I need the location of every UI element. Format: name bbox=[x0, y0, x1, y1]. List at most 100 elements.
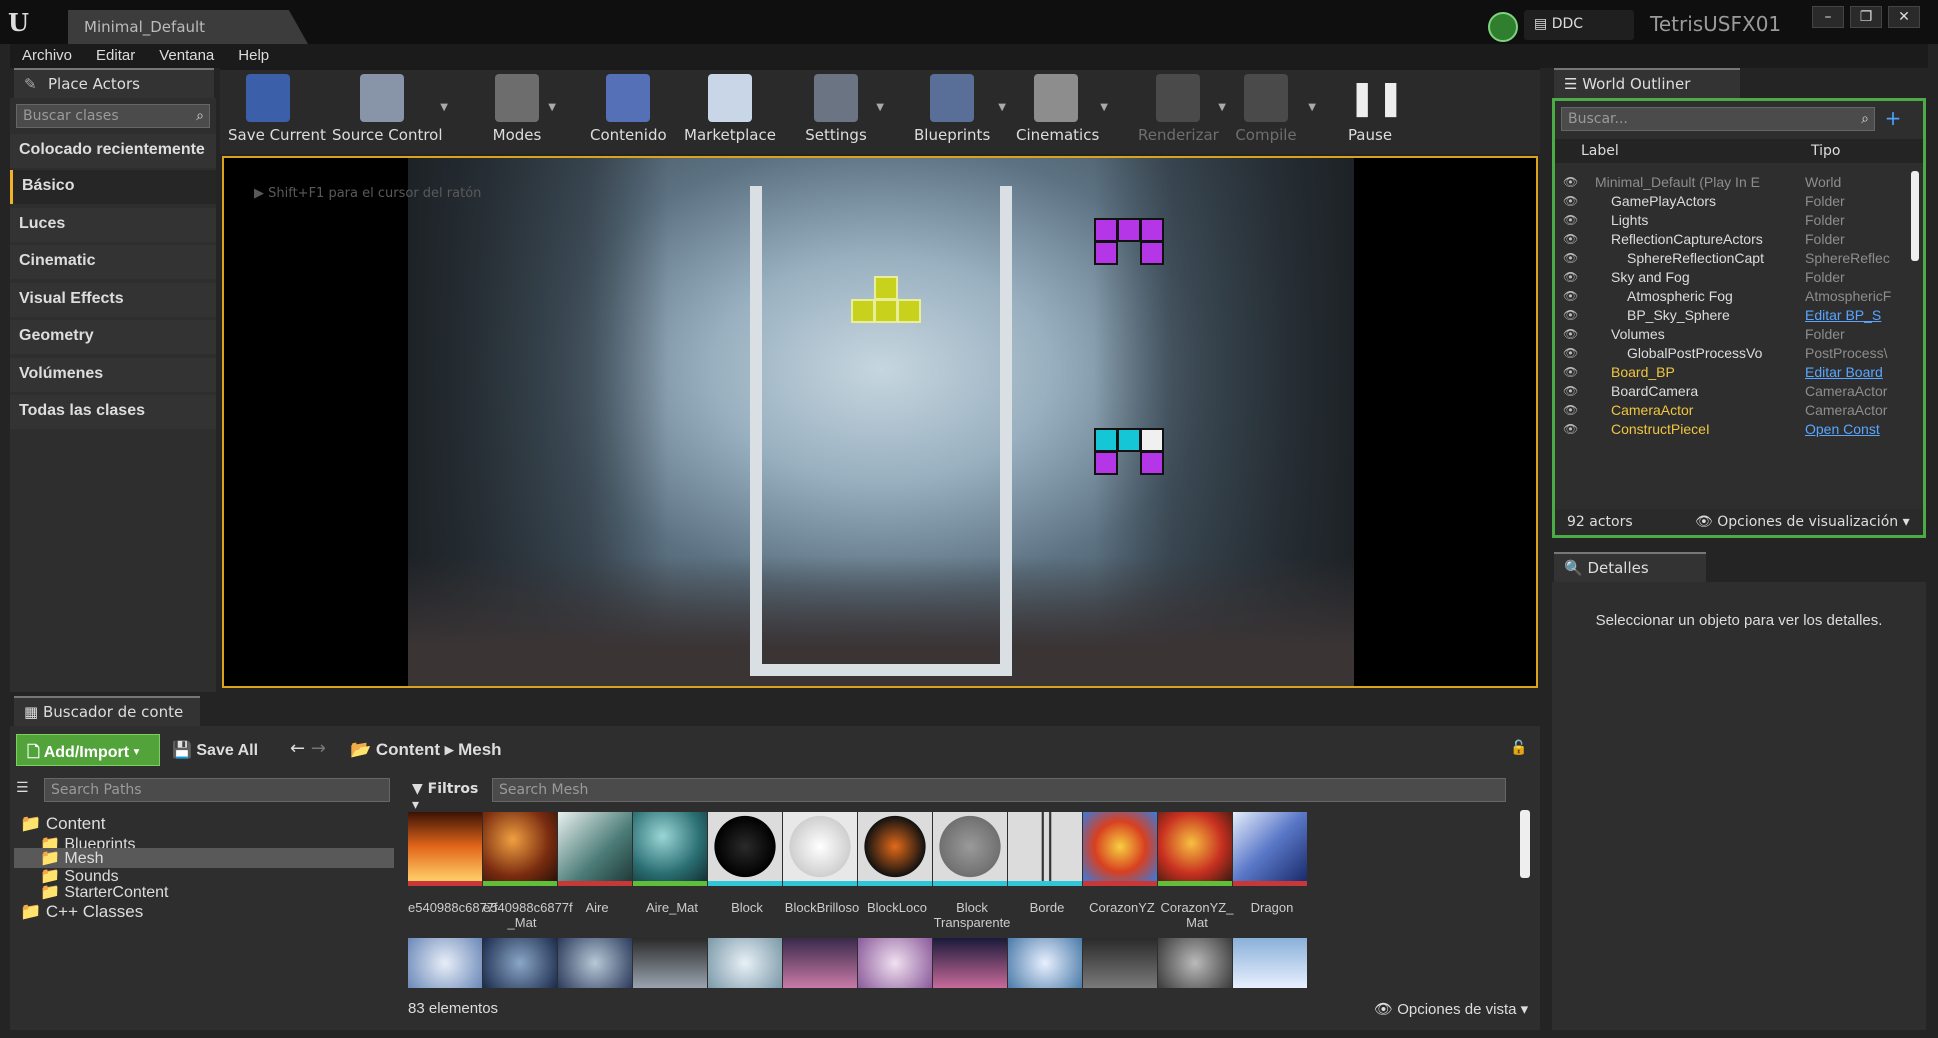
asset-thumbnail[interactable] bbox=[483, 938, 557, 988]
asset-tile[interactable]: CorazonYZ_ Mat bbox=[1158, 812, 1236, 930]
asset-tile[interactable]: BlockLoco bbox=[858, 812, 936, 915]
place-actors-tab[interactable]: ✎ Place Actors bbox=[14, 68, 214, 98]
asset-tile[interactable]: Block Transparente bbox=[933, 812, 1011, 930]
settings-button[interactable]: Settings ▼ bbox=[800, 74, 884, 152]
asset-thumbnail[interactable] bbox=[633, 938, 707, 988]
visibility-eye-icon[interactable]: 👁 bbox=[1563, 327, 1578, 341]
asset-tile[interactable]: Block bbox=[708, 812, 786, 915]
outliner-search-input[interactable]: Buscar... ⌕ bbox=[1561, 107, 1875, 131]
content-button[interactable]: Contenido bbox=[590, 74, 667, 152]
filters-button[interactable]: ▼ Filtros ▾ bbox=[406, 778, 490, 813]
menu-editar[interactable]: Editar bbox=[96, 47, 135, 65]
visibility-eye-icon[interactable]: 👁 bbox=[1563, 403, 1578, 417]
menu-ventana[interactable]: Ventana bbox=[159, 47, 214, 65]
asset-thumbnail[interactable] bbox=[708, 938, 782, 988]
asset-thumbnail[interactable] bbox=[1158, 938, 1232, 988]
asset-tile[interactable]: Aire bbox=[558, 812, 636, 915]
asset-tile[interactable]: Aire_Mat bbox=[633, 812, 711, 915]
folder-tree-item[interactable]: 📁 Content bbox=[14, 814, 394, 834]
cinematics-button[interactable]: Cinematics ▼ bbox=[1016, 74, 1108, 152]
asset-tile[interactable]: e540988c6877f bbox=[408, 812, 498, 915]
asset-thumbnail[interactable] bbox=[858, 938, 932, 988]
save-all-button[interactable]: 💾 Save All bbox=[172, 740, 258, 760]
class-search-input[interactable]: Buscar clases ⌕ bbox=[16, 104, 210, 128]
chevron-down-icon[interactable]: ▼ bbox=[876, 102, 884, 113]
path-search-input[interactable]: Search Paths bbox=[44, 778, 390, 802]
add-import-button[interactable]: 🗋 Add/Import ▾ bbox=[16, 734, 160, 766]
chevron-down-icon[interactable]: ▼ bbox=[1308, 102, 1316, 113]
label-column-header[interactable]: Label bbox=[1581, 143, 1619, 159]
folder-tree-item[interactable]: 📁 StarterContent bbox=[14, 882, 394, 902]
chevron-down-icon[interactable]: ▼ bbox=[1218, 102, 1226, 113]
category-volumes[interactable]: Volúmenes bbox=[10, 358, 216, 392]
lock-icon[interactable]: 🔓 bbox=[1510, 740, 1527, 756]
world-outliner-tab[interactable]: ☰ World Outliner bbox=[1554, 68, 1740, 98]
asset-thumbnail[interactable] bbox=[1233, 938, 1307, 988]
outliner-row-type[interactable]: Editar Board bbox=[1805, 364, 1909, 380]
chevron-down-icon[interactable]: ▼ bbox=[440, 102, 448, 113]
chevron-down-icon[interactable]: ▼ bbox=[998, 102, 1006, 113]
outliner-scrollbar[interactable] bbox=[1911, 171, 1919, 261]
asset-tile[interactable]: CorazonYZ bbox=[1083, 812, 1161, 915]
visibility-eye-icon[interactable]: 👁 bbox=[1563, 384, 1578, 398]
content-browser-tab[interactable]: ▦ Buscador de conte bbox=[14, 696, 200, 726]
marketplace-button[interactable]: Marketplace bbox=[682, 74, 778, 152]
compile-button[interactable]: Compile ▼ bbox=[1228, 74, 1316, 152]
breadcrumb-separator-icon[interactable]: ▸ bbox=[445, 740, 458, 759]
outliner-row[interactable]: 👁 ConstructPieceI Open Const bbox=[1555, 418, 1909, 441]
asset-tile[interactable]: Borde bbox=[1008, 812, 1086, 915]
category-cinematic[interactable]: Cinematic bbox=[10, 245, 216, 279]
menu-help[interactable]: Help bbox=[238, 47, 269, 65]
folder-tree-item[interactable]: 📁 Mesh bbox=[14, 848, 394, 868]
visibility-eye-icon[interactable]: 👁 bbox=[1563, 232, 1578, 246]
asset-scrollbar[interactable] bbox=[1520, 810, 1530, 878]
blueprints-button[interactable]: Blueprints ▼ bbox=[914, 74, 1006, 152]
asset-thumbnail[interactable] bbox=[1008, 938, 1082, 988]
category-lights[interactable]: Luces bbox=[10, 208, 216, 242]
details-tab[interactable]: 🔍 Detalles bbox=[1554, 552, 1706, 582]
level-tab[interactable]: Minimal_Default bbox=[68, 10, 308, 44]
visibility-eye-icon[interactable]: 👁 bbox=[1563, 346, 1578, 360]
ddc-button[interactable]: ▤ DDC bbox=[1524, 10, 1634, 40]
mesh-search-input[interactable]: Search Mesh bbox=[492, 778, 1506, 802]
asset-thumbnail[interactable] bbox=[933, 938, 1007, 988]
sources-toggle-icon[interactable]: ☰ bbox=[16, 780, 29, 796]
visibility-eye-icon[interactable]: 👁 bbox=[1563, 251, 1578, 265]
asset-tile[interactable]: e540988c6877f _Mat bbox=[483, 812, 573, 930]
view-options-button[interactable]: 👁 Opciones de vista ▾ bbox=[1374, 1000, 1528, 1018]
back-arrow-icon[interactable]: ← bbox=[290, 738, 305, 759]
visibility-eye-icon[interactable]: 👁 bbox=[1563, 308, 1578, 322]
category-visual-effects[interactable]: Visual Effects bbox=[10, 283, 216, 317]
forward-arrow-icon[interactable]: → bbox=[311, 738, 326, 759]
chevron-down-icon[interactable]: ▼ bbox=[548, 102, 556, 113]
asset-thumbnail[interactable] bbox=[558, 938, 632, 988]
outliner-row-type[interactable]: Open Const bbox=[1805, 421, 1909, 437]
asset-thumbnail[interactable] bbox=[783, 938, 857, 988]
view-options-button[interactable]: 👁 Opciones de visualización ▾ bbox=[1695, 514, 1910, 530]
menu-archivo[interactable]: Archivo bbox=[22, 47, 72, 65]
game-scene[interactable] bbox=[408, 158, 1354, 686]
modes-button[interactable]: Modes ▼ bbox=[484, 74, 556, 152]
chevron-down-icon[interactable]: ▼ bbox=[1100, 102, 1108, 113]
visibility-eye-icon[interactable]: 👁 bbox=[1563, 194, 1578, 208]
asset-tile[interactable]: BlockBrilloso bbox=[783, 812, 861, 915]
visibility-eye-icon[interactable]: 👁 bbox=[1563, 270, 1578, 284]
build-button[interactable]: Renderizar ▼ bbox=[1138, 74, 1226, 152]
breadcrumb-mesh[interactable]: Mesh bbox=[458, 740, 501, 759]
breadcrumb-content[interactable]: Content bbox=[376, 740, 440, 759]
source-control-button[interactable]: Source Control ▼ bbox=[332, 74, 448, 152]
pause-button[interactable]: ❚❚ Pause bbox=[1342, 74, 1405, 152]
category-geometry[interactable]: Geometry bbox=[10, 320, 216, 354]
type-column-header[interactable]: Tipo bbox=[1811, 143, 1840, 159]
outliner-row-type[interactable]: Editar BP_S bbox=[1805, 307, 1909, 323]
category-all-classes[interactable]: Todas las clases bbox=[10, 395, 216, 429]
category-basic[interactable]: Básico bbox=[10, 170, 216, 204]
visibility-eye-icon[interactable]: 👁 bbox=[1563, 365, 1578, 379]
minimize-button[interactable]: – bbox=[1812, 6, 1844, 28]
close-button[interactable]: ✕ bbox=[1888, 6, 1920, 28]
category-recent[interactable]: Colocado recientemente bbox=[10, 134, 216, 168]
asset-thumbnail[interactable] bbox=[408, 938, 482, 988]
visibility-eye-icon[interactable]: 👁 bbox=[1563, 213, 1578, 227]
visibility-eye-icon[interactable]: 👁 bbox=[1563, 175, 1578, 189]
folder-tree-item[interactable]: 📁 C++ Classes bbox=[14, 902, 394, 922]
